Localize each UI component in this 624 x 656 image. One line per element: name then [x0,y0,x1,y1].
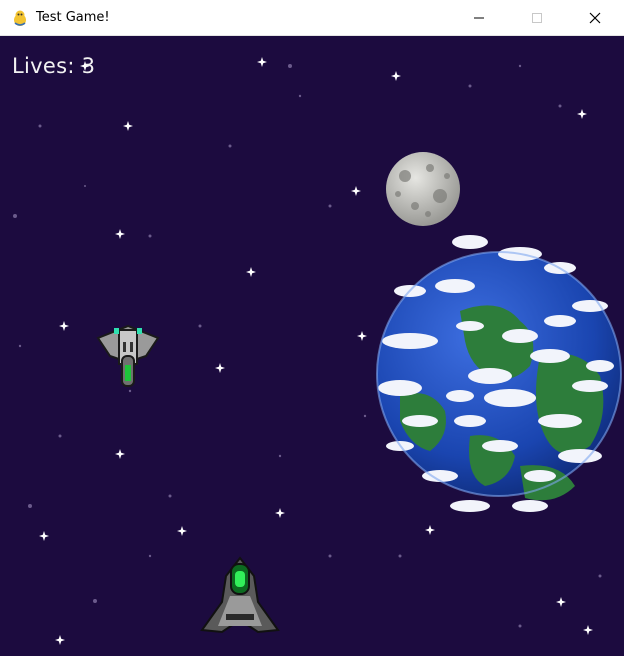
space-scene [13,57,622,645]
enemy-spaceship [96,324,160,387]
close-button[interactable] [566,0,624,36]
moon [386,152,460,226]
game-window: Test Game! Lives: 3 [0,0,624,656]
window-title: Test Game! [36,10,110,25]
lives-counter: Lives: 3 [12,54,96,78]
maximize-icon [532,13,542,23]
title-bar: Test Game! [0,0,624,36]
minimize-icon [474,17,484,19]
close-icon [589,12,601,24]
pygame-snake-icon [14,10,26,26]
maximize-button[interactable] [508,0,566,36]
game-canvas[interactable]: Lives: 3 [0,36,624,656]
minimize-button[interactable] [450,0,508,36]
player-spaceship [200,556,280,634]
window-controls [450,0,624,36]
earth-planet [376,235,622,512]
